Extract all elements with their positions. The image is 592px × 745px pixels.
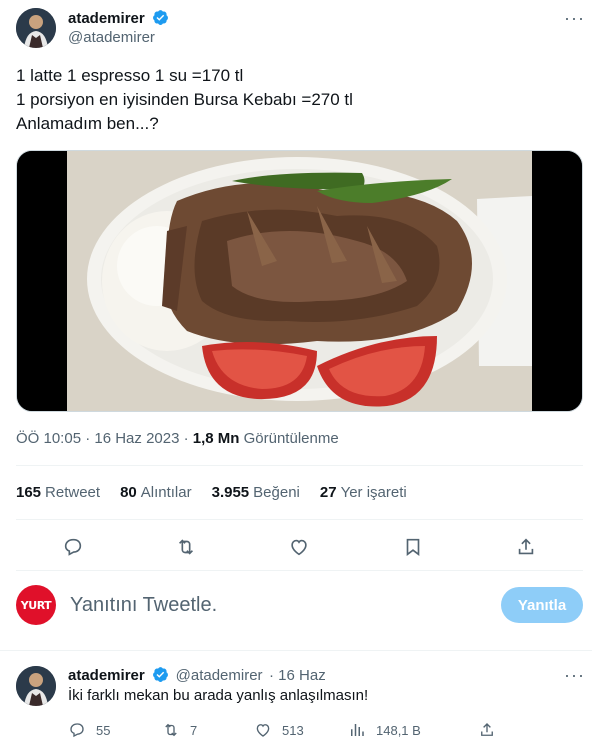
tweet-time[interactable]: ÖÖ 10:05 · 16 Haz 2023 · bbox=[16, 430, 193, 447]
share-icon bbox=[481, 723, 493, 736]
reply-icon bbox=[70, 723, 84, 738]
bookmark-icon bbox=[406, 538, 420, 556]
reply-date[interactable]: · 16 Haz bbox=[269, 667, 326, 684]
heart-icon bbox=[291, 539, 308, 556]
bookmarks-stat[interactable]: 27 Yer işareti bbox=[320, 484, 407, 501]
quotes-label: Alıntılar bbox=[140, 484, 192, 501]
verified-badge-icon bbox=[152, 9, 169, 31]
tweet-actions bbox=[16, 530, 583, 564]
bookmarks-label: Yer işareti bbox=[340, 484, 407, 501]
quotes-stat[interactable]: 80 Alıntılar bbox=[120, 484, 192, 501]
retweets-stat[interactable]: 165 Retweet bbox=[16, 484, 100, 501]
verified-badge-icon bbox=[152, 666, 169, 688]
tweet-text-line: 1 porsiyon en iyisinden Bursa Kebabı =27… bbox=[16, 90, 353, 109]
reply-icon bbox=[64, 538, 81, 556]
like-button[interactable] bbox=[282, 530, 316, 564]
reply-share-button[interactable] bbox=[478, 721, 496, 739]
divider bbox=[16, 465, 583, 466]
reply-likes-count: 513 bbox=[282, 722, 304, 738]
analytics-icon bbox=[351, 724, 364, 736]
reply-reply-button[interactable]: 55 bbox=[68, 721, 162, 739]
current-user-avatar[interactable]: YURT bbox=[16, 585, 56, 625]
bookmark-button[interactable] bbox=[396, 530, 430, 564]
reply-author-name[interactable]: atademirer bbox=[68, 667, 145, 684]
likes-stat[interactable]: 3.955 Beğeni bbox=[212, 484, 300, 501]
divider bbox=[16, 570, 583, 571]
author-display-name[interactable]: atademirer bbox=[68, 10, 145, 27]
reply-like-button[interactable]: 513 bbox=[254, 721, 348, 739]
bookmarks-count: 27 bbox=[319, 484, 337, 501]
likes-label: Beğeni bbox=[253, 484, 300, 501]
heart-icon bbox=[256, 724, 270, 737]
reply-more-options-icon[interactable]: ··· bbox=[564, 665, 585, 686]
reply-retweet-button[interactable]: 7 bbox=[162, 721, 254, 739]
current-user-avatar-text: YURT bbox=[20, 598, 52, 612]
reply-input[interactable]: Yanıtını Tweetle. bbox=[70, 594, 217, 617]
reply-views-count: 148,1 B bbox=[376, 722, 421, 738]
reply-button[interactable] bbox=[56, 530, 90, 564]
reply-tweet[interactable]: atademirer @atademirer · 16 Haz ··· İki … bbox=[0, 653, 592, 745]
reply-submit-button[interactable]: Yanıtla bbox=[501, 587, 583, 623]
share-button[interactable] bbox=[509, 530, 543, 564]
quotes-count: 80 bbox=[120, 484, 137, 501]
tweet-text-line: 1 latte 1 espresso 1 su =170 tl bbox=[16, 66, 244, 85]
views-label: Görüntülenme bbox=[239, 430, 339, 447]
reply-replies-count: 55 bbox=[96, 722, 111, 738]
divider bbox=[16, 519, 583, 520]
likes-count: 3.955 bbox=[211, 484, 250, 501]
tweet-timestamp: ÖÖ 10:05 · 16 Haz 2023 · 1,8 Mn Görüntül… bbox=[16, 430, 339, 447]
reply-actions: 55 7 513 148,1 B bbox=[68, 721, 496, 739]
divider bbox=[0, 650, 592, 651]
retweets-count: 165 bbox=[16, 484, 42, 501]
tweet-photo[interactable] bbox=[16, 150, 583, 412]
reply-retweets-count: 7 bbox=[190, 722, 198, 738]
author-name-row: atademirer bbox=[68, 9, 169, 31]
tweet-stats: 165 Retweet 80 Alıntılar 3.955 Beğeni 27 Yer… bbox=[16, 484, 407, 501]
retweet-icon bbox=[165, 723, 177, 737]
retweet-icon bbox=[179, 539, 194, 555]
reply-composer: YURT Yanıtını Tweetle. Yanıtla bbox=[16, 585, 583, 627]
tweet-text-line: Anlamadım ben...? bbox=[16, 114, 159, 133]
reply-views-button[interactable]: 148,1 B bbox=[348, 721, 478, 739]
reply-author-handle[interactable]: @atademirer bbox=[176, 667, 263, 684]
retweets-label: Retweet bbox=[45, 484, 101, 501]
author-handle[interactable]: @atademirer bbox=[68, 29, 155, 46]
reply-author-avatar[interactable] bbox=[16, 666, 56, 706]
retweet-button[interactable] bbox=[169, 530, 203, 564]
tweet-text: 1 latte 1 espresso 1 su =170 tl 1 porsiy… bbox=[16, 64, 576, 136]
share-icon bbox=[519, 538, 534, 555]
reply-text: İki farklı mekan bu arada yanlış anlaşıl… bbox=[68, 687, 369, 704]
reply-header: atademirer @atademirer · 16 Haz bbox=[68, 666, 326, 688]
views-count: 1,8 Mn bbox=[192, 430, 240, 447]
author-avatar[interactable] bbox=[16, 8, 56, 48]
more-options-icon[interactable]: ··· bbox=[564, 8, 585, 29]
